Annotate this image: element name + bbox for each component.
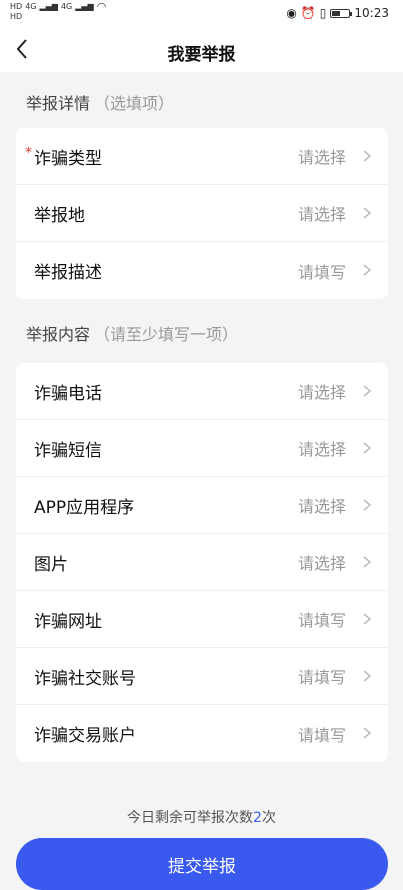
content-card: 诈骗电话 请选择 诈骗短信 请选择 APP应用程序 请选择 图片 请选择 诈骗网… [16, 363, 388, 762]
list-item-fraud-phone[interactable]: 诈骗电话 请选择 [16, 363, 388, 420]
list-item-image[interactable]: 图片 请选择 [16, 534, 388, 591]
item-label: 诈骗社交账号 [34, 668, 136, 689]
list-item-fraud-social-account[interactable]: 诈骗社交账号 请填写 [16, 648, 388, 705]
chevron-right-icon [363, 727, 372, 739]
chevron-right-icon [363, 385, 372, 397]
eye-icon: ◉ [286, 6, 297, 20]
item-label: APP应用程序 [34, 497, 135, 518]
list-item-app[interactable]: APP应用程序 请选择 [16, 477, 388, 534]
network-type: 4G [60, 2, 73, 11]
chevron-right-icon [363, 670, 372, 682]
vibrate-icon: ▯ [319, 6, 327, 20]
status-bar: HD 4G ▂▄▆ 4G ▂▄▆ ◠ HD ◉ ⏰ ▯ 10:23 [0, 0, 403, 28]
chevron-right-icon [363, 442, 372, 454]
chevron-right-icon [363, 556, 372, 568]
item-label: 诈骗短信 [34, 440, 102, 461]
remaining-count: 2 [253, 810, 262, 826]
status-right: ◉ ⏰ ▯ 10:23 [286, 6, 389, 20]
item-value: 请填写 [297, 725, 346, 745]
signal-bars-icon: ▂▄▆ [75, 2, 94, 11]
alarm-icon: ⏰ [300, 6, 316, 20]
details-card: * 诈骗类型 请选择 举报地 请选择 举报描述 请填写 [16, 128, 388, 299]
item-label: 举报地 [34, 205, 85, 226]
item-value: 请选择 [297, 148, 346, 167]
list-item-fraud-sms[interactable]: 诈骗短信 请选择 [16, 420, 388, 477]
network-type: 4G [25, 2, 37, 11]
clock: 10:23 [354, 6, 389, 20]
signal-bars-icon: ▂▄▆ [39, 2, 58, 11]
list-item-report-location[interactable]: 举报地 请选择 [16, 185, 388, 242]
section-hint: （请至少填写一项） [94, 325, 239, 344]
list-item-fraud-url[interactable]: 诈骗网址 请填写 [16, 591, 388, 648]
item-value: 请选择 [297, 554, 346, 573]
item-label: 诈骗网址 [34, 611, 102, 632]
item-value: 请选择 [297, 440, 346, 459]
wifi-icon: ◠ [96, 0, 107, 13]
battery-icon [330, 8, 353, 18]
navigation-bar: 我要举报 [0, 28, 403, 72]
item-value: 请填写 [297, 668, 346, 687]
item-label: 诈骗电话 [34, 383, 102, 404]
item-value: 请填写 [297, 262, 346, 282]
battery-fill [332, 10, 341, 16]
item-label: 诈骗类型 [34, 148, 102, 169]
chevron-right-icon [363, 207, 372, 219]
item-value: 请填写 [297, 611, 346, 630]
remaining-suffix: 次 [261, 810, 276, 826]
item-label: 诈骗交易账户 [34, 726, 136, 746]
section-hint: （选填项） [94, 94, 175, 113]
section-title-text: 举报详情 [26, 94, 91, 113]
hd-badge: HD [10, 2, 23, 11]
chevron-right-icon [363, 150, 372, 162]
remaining-count-text: 今日剩余可举报次数2次 [0, 807, 403, 827]
item-label: 图片 [34, 554, 68, 575]
chevron-right-icon [363, 499, 372, 511]
list-item-report-description[interactable]: 举报描述 请填写 [16, 242, 388, 299]
list-item-fraud-trade-account[interactable]: 诈骗交易账户 请填写 [16, 705, 388, 762]
signal-indicators: HD 4G ▂▄▆ 4G ▂▄▆ ◠ HD [10, 0, 107, 22]
submit-report-button[interactable]: 提交举报 [16, 838, 388, 890]
list-item-fraud-type[interactable]: * 诈骗类型 请选择 [16, 128, 388, 185]
chevron-right-icon [363, 264, 372, 276]
item-value: 请选择 [297, 383, 346, 402]
section-title-text: 举报内容 [26, 325, 91, 344]
required-mark: * [25, 145, 32, 161]
hd-badge: HD [10, 12, 23, 21]
remaining-prefix: 今日剩余可举报次数 [127, 810, 254, 826]
item-label: 举报描述 [34, 263, 102, 283]
content-section-title: 举报内容 （请至少填写一项） [26, 321, 238, 345]
chevron-right-icon [363, 613, 372, 625]
details-section-title: 举报详情 （选填项） [26, 90, 174, 114]
page-title: 我要举报 [167, 45, 236, 65]
item-value: 请选择 [297, 497, 346, 516]
item-value: 请选择 [297, 205, 346, 224]
